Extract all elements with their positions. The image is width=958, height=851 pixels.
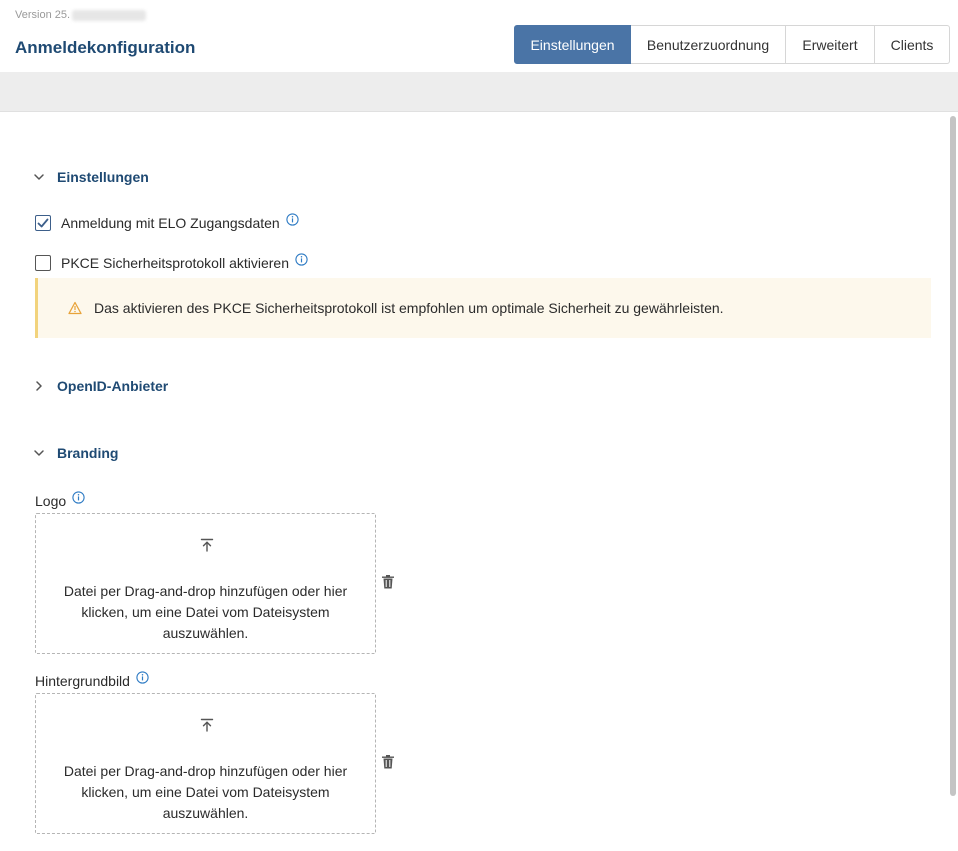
upload-icon	[199, 717, 215, 733]
chevron-down-icon	[32, 170, 46, 184]
info-icon[interactable]	[136, 670, 149, 684]
version-text: Version 25.	[15, 9, 71, 21]
scrollbar-thumb[interactable]	[950, 116, 956, 796]
tab-erweitert[interactable]: Erweitert	[786, 25, 875, 64]
chevron-right-icon	[32, 379, 46, 393]
background-dropzone-text: Datei per Drag-and-drop hinzufügen oder …	[63, 763, 348, 821]
background-label: Hintergrundbild	[35, 670, 149, 689]
upload-icon	[199, 537, 215, 553]
section-title-openid: OpenID-Anbieter	[57, 378, 169, 394]
pkce-warning-text: Das aktivieren des PKCE Sicherheitsproto…	[94, 300, 724, 316]
elo-login-checkbox[interactable]	[35, 215, 51, 231]
pkce-label: PKCE Sicherheitsprotokoll aktivieren	[61, 255, 289, 271]
logo-dropzone-text: Datei per Drag-and-drop hinzufügen oder …	[63, 583, 348, 641]
section-title-branding: Branding	[57, 445, 119, 461]
background-label-text: Hintergrundbild	[35, 673, 130, 689]
logo-label: Logo	[35, 490, 85, 509]
pkce-option: PKCE Sicherheitsprotokoll aktivieren	[35, 252, 308, 271]
page-title: Anmeldekonfiguration	[15, 38, 196, 57]
warning-icon	[68, 301, 82, 315]
elo-login-option: Anmeldung mit ELO Zugangsdaten	[35, 212, 299, 231]
info-icon[interactable]	[72, 490, 85, 504]
settings-content: Einstellungen Anmeldung mit ELO Zugangsd…	[0, 112, 948, 851]
tab-einstellungen[interactable]: Einstellungen	[514, 25, 631, 64]
tab-bar: Einstellungen Benutzerzuordnung Erweiter…	[514, 25, 950, 64]
trash-icon[interactable]	[381, 574, 395, 590]
version-number-redacted	[72, 9, 147, 21]
version-label: Version 25.	[15, 9, 147, 21]
section-title-einstellungen: Einstellungen	[57, 169, 149, 185]
trash-icon[interactable]	[381, 754, 395, 770]
background-dropzone[interactable]: Datei per Drag-and-drop hinzufügen oder …	[35, 693, 376, 834]
section-header-openid[interactable]: OpenID-Anbieter	[32, 378, 168, 394]
elo-login-label: Anmeldung mit ELO Zugangsdaten	[61, 215, 280, 231]
page-header: Version 25. Anmeldekonfiguration Einstel…	[0, 0, 958, 72]
tab-benutzerzuordnung[interactable]: Benutzerzuordnung	[631, 25, 786, 64]
section-header-einstellungen[interactable]: Einstellungen	[32, 169, 149, 185]
logo-dropzone[interactable]: Datei per Drag-and-drop hinzufügen oder …	[35, 513, 376, 654]
chevron-down-icon	[32, 446, 46, 460]
logo-label-text: Logo	[35, 493, 67, 509]
tab-clients[interactable]: Clients	[875, 25, 950, 64]
info-icon[interactable]	[286, 212, 299, 226]
info-icon[interactable]	[295, 252, 308, 266]
check-icon	[37, 218, 49, 228]
toolbar-band	[0, 72, 958, 112]
section-header-branding[interactable]: Branding	[32, 445, 118, 461]
pkce-checkbox[interactable]	[35, 255, 51, 271]
pkce-warning: Das aktivieren des PKCE Sicherheitsproto…	[35, 278, 931, 338]
